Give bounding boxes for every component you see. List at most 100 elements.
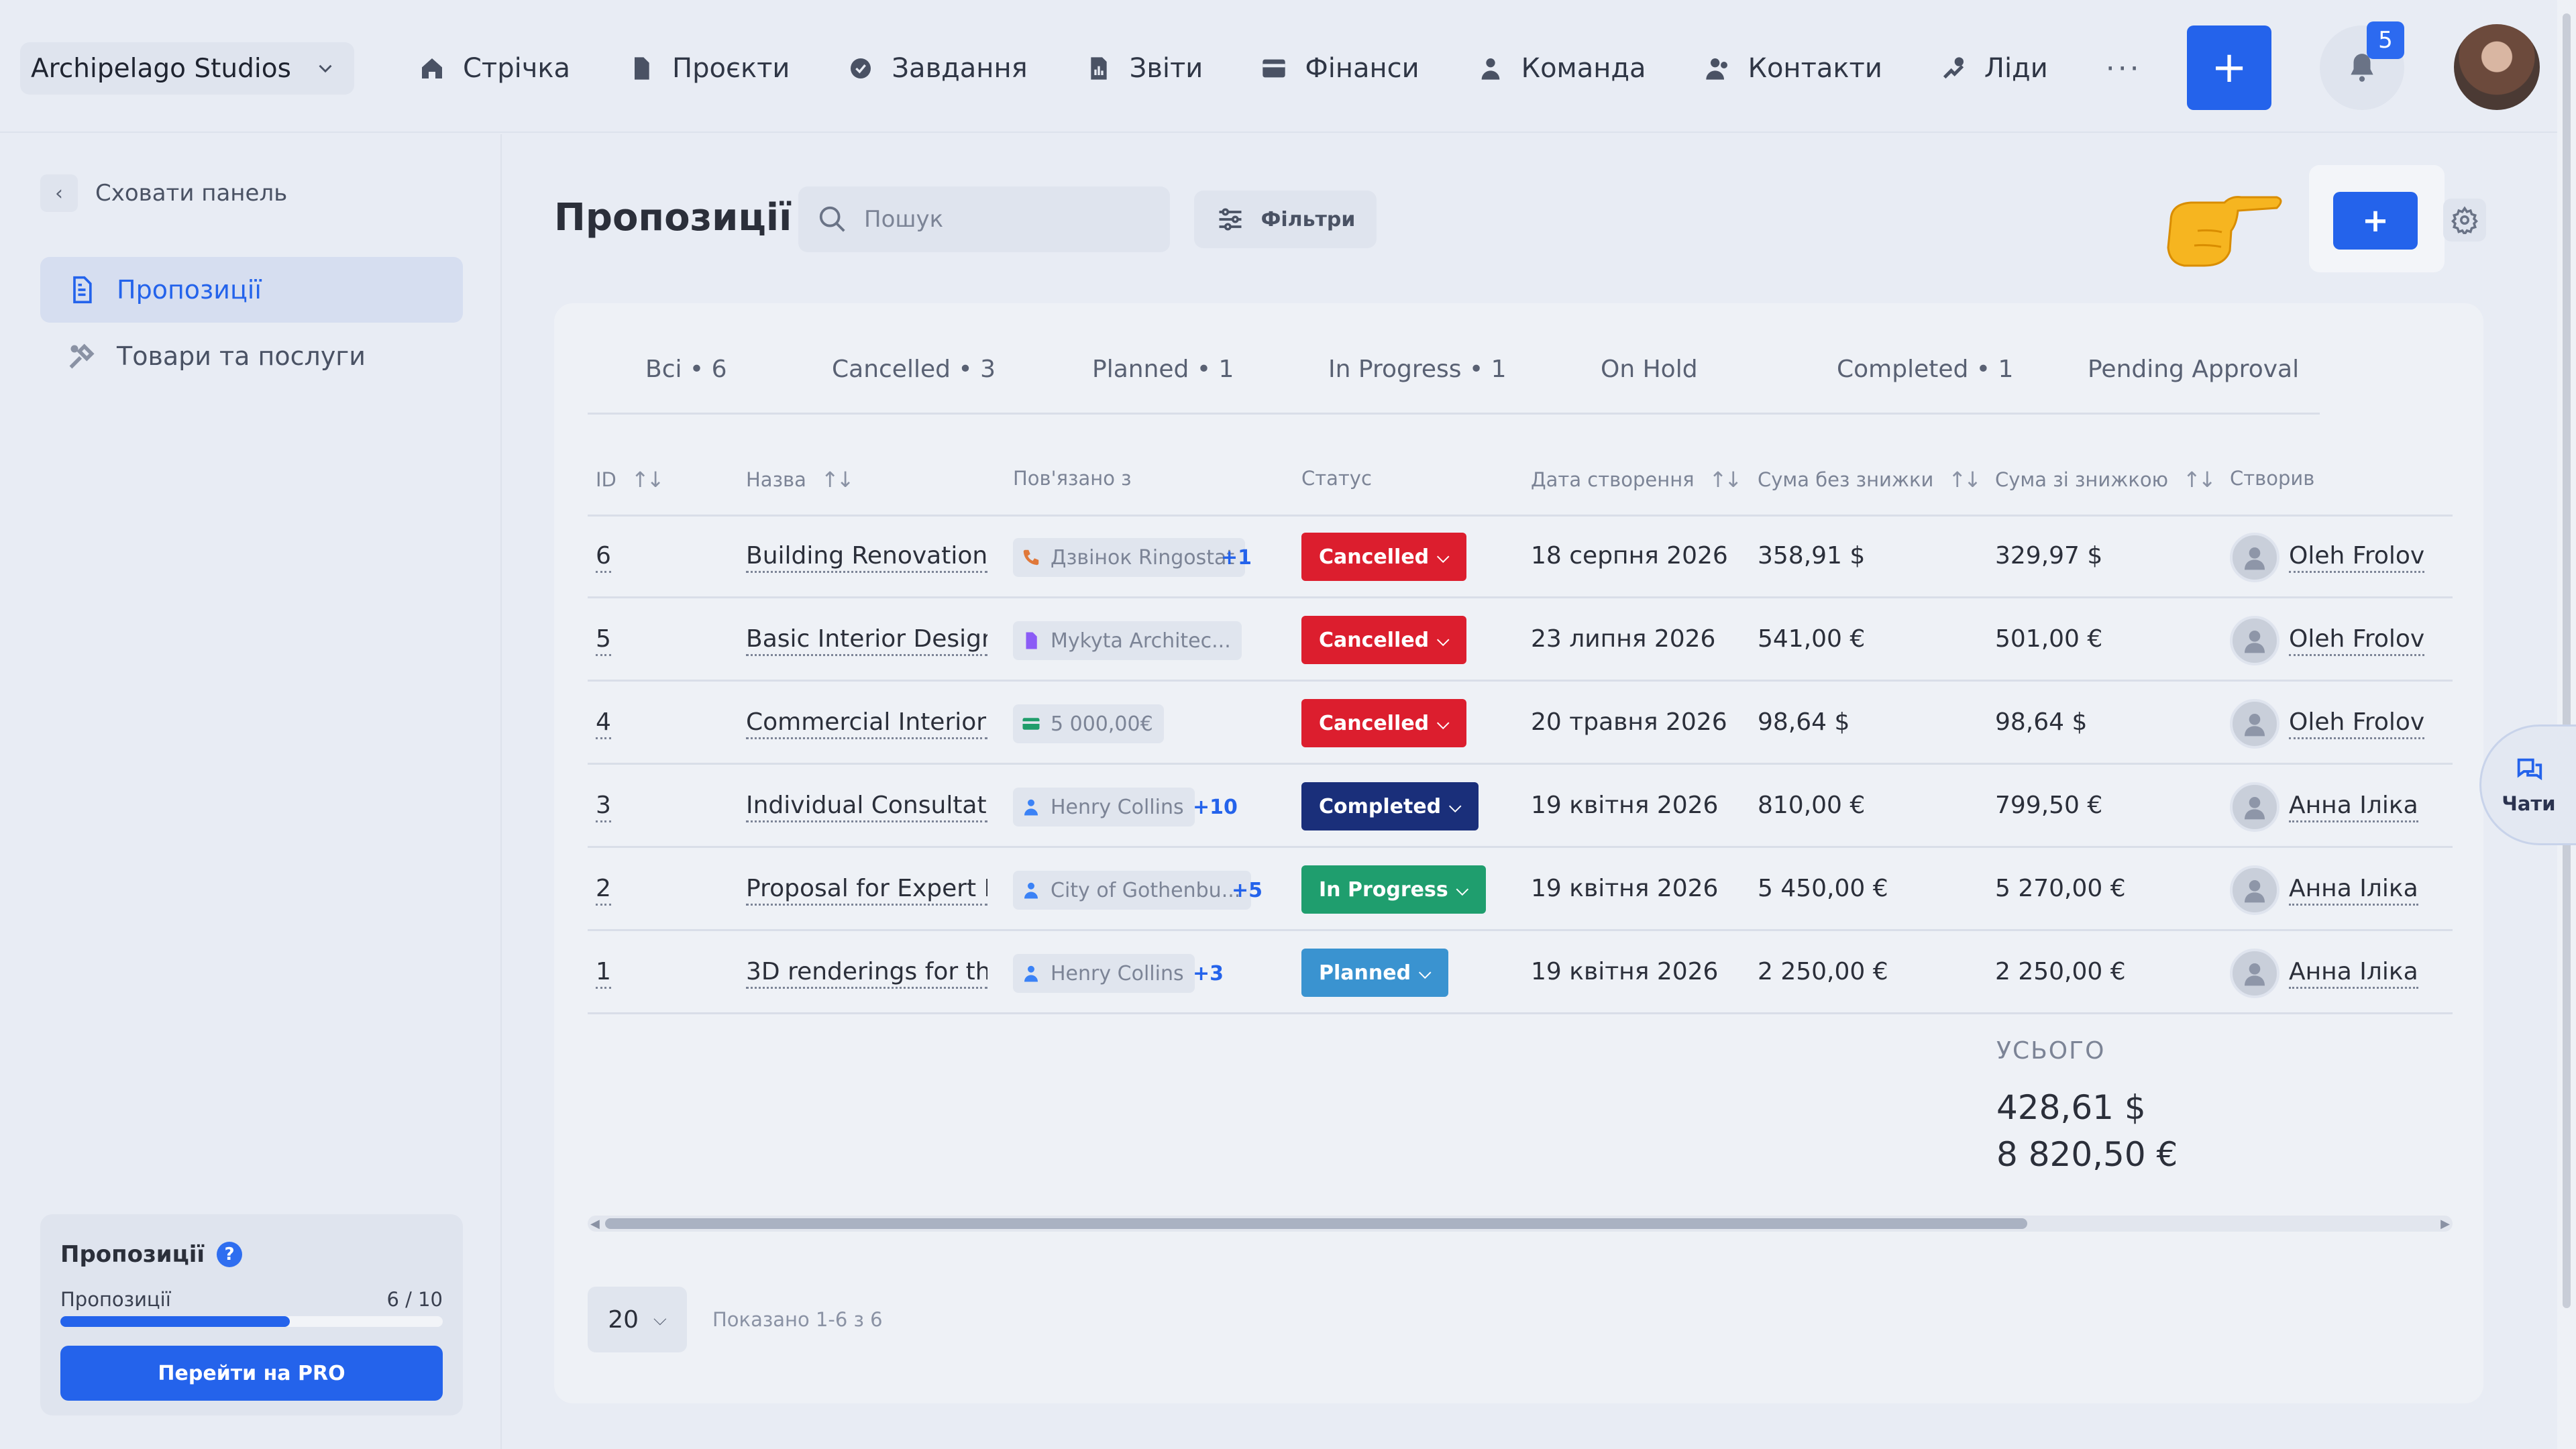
sidebar-item-products[interactable]: Товари та послуги — [40, 323, 463, 389]
creator-avatar — [2230, 699, 2279, 749]
row-name-link[interactable]: Individual Consultation — [746, 792, 987, 822]
user-avatar[interactable] — [2454, 24, 2540, 110]
related-chip[interactable]: Дзвінок Ringostat — [1013, 538, 1246, 577]
creator-link[interactable]: Oleh Frolov — [2289, 625, 2425, 656]
tab-pending-approval[interactable]: Pending Approval — [2088, 356, 2299, 383]
related-chip[interactable]: 5 000,00€ — [1013, 704, 1164, 743]
row-name-link[interactable]: 3D renderings for the project — [746, 958, 987, 989]
person-icon — [1481, 58, 1500, 80]
status-dropdown[interactable]: Cancelled ⌵ — [1301, 699, 1467, 747]
scroll-left-icon[interactable]: ◀ — [590, 1217, 600, 1231]
creator-link[interactable]: Анна Іліка — [2289, 958, 2418, 989]
related-more-badge[interactable]: +1 — [1221, 546, 1252, 570]
column-header-discounted[interactable]: Сума зі знижкою ↑↓ — [1995, 467, 2216, 492]
hide-panel-label: Сховати панель — [95, 180, 288, 207]
sort-icon[interactable]: ↑↓ — [631, 467, 665, 492]
related-chip[interactable]: Henry Collins — [1013, 788, 1195, 826]
column-header-name[interactable]: Назва ↑↓ — [746, 467, 855, 492]
nav-item-label: Звіти — [1129, 53, 1203, 84]
creator-link[interactable]: Анна Іліка — [2289, 875, 2418, 906]
usage-card: Пропозиції ? Пропозиції 6 / 10 Перейти н… — [40, 1214, 463, 1415]
status-dropdown[interactable]: Completed ⌵ — [1301, 782, 1479, 830]
tab-completed[interactable]: Completed • 1 — [1837, 356, 2013, 383]
table-row[interactable]: 6 Building Renovation Дзвінок Ringostat +1 C… — [588, 517, 2453, 598]
row-id[interactable]: 5 — [596, 625, 611, 656]
table-row[interactable]: 1 3D renderings for the project Henry Coll… — [588, 932, 2453, 1014]
creator-avatar — [2230, 533, 2279, 582]
row-name-link[interactable]: Building Renovation — [746, 542, 987, 573]
nav-item-team[interactable]: Команда — [1477, 53, 1646, 84]
related-more-badge[interactable]: +3 — [1193, 962, 1224, 985]
upgrade-pro-button[interactable]: Перейти на PRO — [60, 1346, 443, 1401]
horizontal-scrollbar[interactable]: ◀ ▶ — [588, 1216, 2453, 1232]
search-input[interactable] — [864, 206, 1146, 233]
nav-item-finance[interactable]: Фінанси — [1260, 53, 1419, 84]
column-label: Сума зі знижкою — [1995, 468, 2168, 491]
column-header-id[interactable]: ID ↑↓ — [596, 467, 665, 492]
sort-icon[interactable]: ↑↓ — [821, 467, 855, 492]
settings-button[interactable] — [2443, 199, 2486, 241]
creator-link[interactable]: Oleh Frolov — [2289, 542, 2425, 573]
row-id[interactable]: 6 — [596, 542, 611, 573]
related-more-badge[interactable]: +5 — [1232, 879, 1263, 902]
row-name-link[interactable]: Commercial Interior Design — [746, 708, 987, 739]
chats-button[interactable]: Чати — [2479, 724, 2576, 845]
row-id[interactable]: 4 — [596, 708, 611, 739]
add-proposal-button[interactable]: + — [2333, 192, 2418, 250]
sidebar-item-proposals[interactable]: Пропозиції — [40, 257, 463, 323]
create-button[interactable]: + — [2187, 25, 2271, 110]
scrollbar-thumb[interactable] — [605, 1218, 2027, 1229]
nav-item-leads[interactable]: Ліди — [1940, 53, 2048, 84]
row-id[interactable]: 2 — [596, 875, 611, 906]
nav-more-button[interactable]: ··· — [2106, 52, 2142, 86]
nav-item-contacts[interactable]: Контакти — [1704, 53, 1882, 84]
scrollbar-thumb[interactable] — [2563, 13, 2571, 1308]
status-dropdown[interactable]: Cancelled ⌵ — [1301, 533, 1467, 581]
status-dropdown[interactable]: In Progress ⌵ — [1301, 865, 1486, 914]
scroll-right-icon[interactable]: ▶ — [2440, 1217, 2450, 1231]
column-header-amount[interactable]: Сума без знижки ↑↓ — [1758, 467, 1982, 492]
sort-icon[interactable]: ↑↓ — [1948, 467, 1982, 492]
related-chip[interactable]: Mykyta Architec... — [1013, 621, 1242, 660]
tab-on-hold[interactable]: On Hold — [1601, 356, 1698, 383]
tab-planned[interactable]: Planned • 1 — [1092, 356, 1234, 383]
table-row[interactable]: 3 Individual Consultation Henry Collins +10… — [588, 766, 2453, 848]
help-icon[interactable]: ? — [217, 1242, 243, 1267]
search-box[interactable] — [798, 186, 1170, 252]
tab-all[interactable]: Всі • 6 — [645, 356, 727, 383]
row-name-link[interactable]: Basic Interior Design — [746, 625, 987, 656]
table-row[interactable]: 5 Basic Interior Design Mykyta Architec...… — [588, 600, 2453, 682]
nav-item-feed[interactable]: Стрічка — [419, 53, 570, 84]
tab-cancelled[interactable]: Cancelled • 3 — [832, 356, 996, 383]
filters-button[interactable]: Фільтри — [1194, 191, 1377, 248]
tab-in-progress[interactable]: In Progress • 1 — [1328, 356, 1507, 383]
related-chip[interactable]: City of Gothenbu... — [1013, 871, 1252, 910]
sort-icon[interactable]: ↑↓ — [1709, 467, 1743, 492]
column-header-status: Статус — [1301, 467, 1372, 490]
nav-item-reports[interactable]: Звіти — [1085, 53, 1203, 84]
chevron-left-icon: ‹ — [40, 174, 78, 212]
workspace-selector[interactable]: Archipelago Studios — [20, 42, 354, 95]
nav-item-projects[interactable]: Проєкти — [628, 53, 790, 84]
row-id[interactable]: 1 — [596, 958, 611, 989]
status-label: Cancelled — [1319, 628, 1430, 652]
row-id[interactable]: 3 — [596, 792, 611, 822]
row-amount: 541,00 € — [1758, 625, 1866, 653]
related-chip[interactable]: Henry Collins — [1013, 954, 1195, 993]
nav-item-tasks[interactable]: Завдання — [847, 53, 1028, 84]
sort-icon[interactable]: ↑↓ — [2183, 467, 2216, 492]
status-dropdown[interactable]: Cancelled ⌵ — [1301, 616, 1467, 664]
per-page-select[interactable]: 20 ⌵ — [588, 1287, 687, 1352]
table-row[interactable]: 4 Commercial Interior Design 5 000,00€ Canc… — [588, 683, 2453, 765]
row-name-link[interactable]: Proposal for Expert Project — [746, 875, 987, 906]
creator-link[interactable]: Oleh Frolov — [2289, 708, 2425, 739]
sliders-icon — [1219, 208, 1242, 231]
creator-link[interactable]: Анна Іліка — [2289, 792, 2418, 822]
chevron-down-icon: ⌵ — [1456, 880, 1468, 899]
nav-item-label: Ліди — [1984, 53, 2048, 84]
table-row[interactable]: 2 Proposal for Expert Project City of Goth… — [588, 849, 2453, 931]
status-dropdown[interactable]: Planned ⌵ — [1301, 949, 1449, 997]
hide-panel-button[interactable]: ‹ Сховати панель — [40, 174, 287, 212]
related-more-badge[interactable]: +10 — [1193, 796, 1238, 819]
column-header-date[interactable]: Дата створення ↑↓ — [1531, 467, 1743, 492]
